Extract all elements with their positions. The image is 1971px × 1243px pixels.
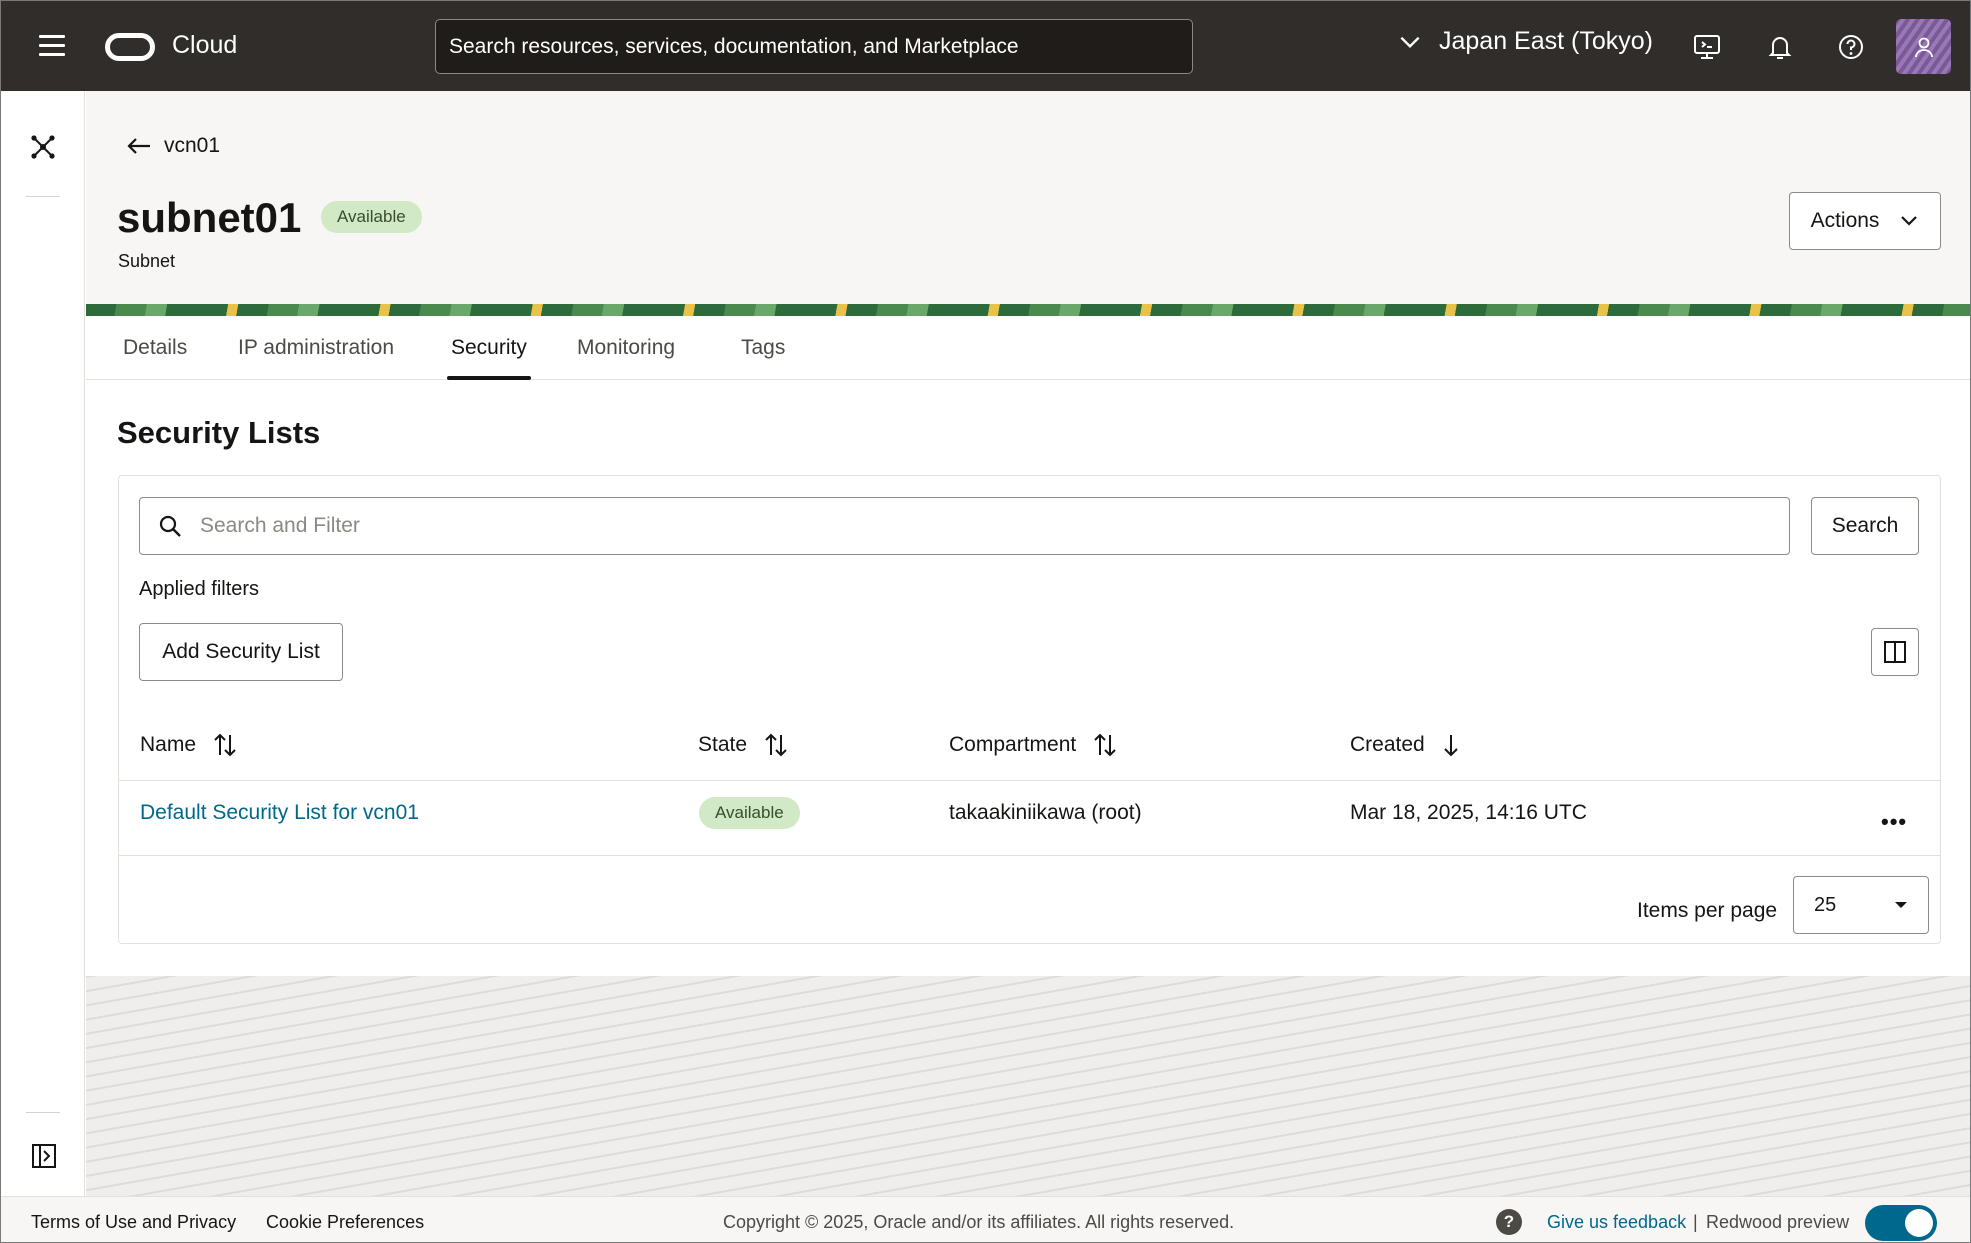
columns-icon: [1884, 641, 1906, 663]
page-subtitle: Subnet: [118, 251, 176, 271]
region-label: Japan East (Tokyo): [1439, 27, 1653, 55]
search-icon: [159, 515, 181, 537]
search-filter-placeholder: Search and Filter: [200, 514, 360, 537]
column-header-compartment[interactable]: Compartment: [949, 733, 1116, 757]
copyright-text: Copyright © 2025, Oracle and/or its affi…: [723, 1212, 1235, 1232]
region-selector[interactable]: Japan East (Tokyo): [1397, 27, 1653, 56]
column-label: Created: [1350, 733, 1425, 756]
top-bar: Cloud Search resources, services, docume…: [1, 1, 1970, 91]
chevron-down-icon: [1400, 36, 1420, 48]
decorative-background: [86, 976, 1970, 1196]
column-label: State: [698, 733, 748, 756]
sort-icon: [1094, 733, 1116, 757]
terms-link[interactable]: Terms of Use and Privacy: [31, 1212, 236, 1233]
actions-button[interactable]: Actions: [1789, 192, 1941, 250]
expand-panel-icon[interactable]: [31, 1143, 57, 1169]
cloud-shell-icon[interactable]: [1691, 31, 1723, 63]
applied-filters-label: Applied filters: [139, 578, 260, 600]
help-icon[interactable]: [1835, 31, 1867, 63]
status-badge: Available: [321, 201, 422, 233]
tab-details[interactable]: Details: [123, 336, 187, 360]
column-header-created[interactable]: Created: [1350, 733, 1459, 757]
section-title: Security Lists: [117, 415, 321, 450]
back-link-label: vcn01: [164, 134, 221, 157]
tab-ip-administration[interactable]: IP administration: [238, 336, 394, 360]
oracle-logo[interactable]: [105, 33, 155, 61]
security-list-name-link[interactable]: Default Security List for vcn01: [140, 801, 419, 825]
caret-down-icon: [1895, 902, 1907, 908]
actions-label: Actions: [1810, 209, 1880, 232]
chevron-down-icon: [1901, 216, 1918, 226]
add-security-list-button[interactable]: Add Security List: [139, 623, 343, 681]
footer-separator: |: [1693, 1212, 1698, 1232]
footer: Terms of Use and Privacy Cookie Preferen…: [1, 1196, 1970, 1242]
tab-tags[interactable]: Tags: [741, 336, 785, 360]
column-label: Compartment: [949, 733, 1077, 756]
feedback-link[interactable]: Give us feedback: [1547, 1212, 1686, 1233]
user-icon: [1914, 37, 1933, 57]
arrow-down-icon: [1444, 735, 1458, 757]
column-header-name[interactable]: Name: [140, 733, 236, 757]
redwood-preview-label: Redwood preview: [1706, 1212, 1850, 1232]
back-link[interactable]: vcn01: [126, 134, 220, 158]
sort-icon: [765, 733, 787, 757]
rail-divider: [26, 1112, 60, 1113]
header-banner: [86, 304, 1970, 316]
row-actions-icon[interactable]: •••: [1881, 809, 1907, 835]
items-per-page-label: Items per page: [1637, 899, 1778, 922]
tab-security[interactable]: Security: [447, 336, 531, 380]
help-icon[interactable]: ?: [1496, 1209, 1522, 1235]
created-cell: Mar 18, 2025, 14:16 UTC: [1350, 801, 1587, 824]
redwood-preview-toggle[interactable]: [1865, 1205, 1937, 1241]
app-window: Cloud Search resources, services, docume…: [0, 0, 1971, 1243]
items-per-page-value: 25: [1814, 893, 1837, 916]
header-divider: [119, 780, 1940, 781]
column-label: Name: [140, 733, 197, 756]
tab-bar: Details IP administration Security Monit…: [86, 316, 1970, 380]
rail-divider: [26, 196, 60, 197]
column-header-state[interactable]: State: [698, 733, 787, 757]
user-avatar[interactable]: [1896, 19, 1951, 74]
brand-label[interactable]: Cloud: [172, 31, 237, 60]
network-icon[interactable]: [29, 133, 57, 161]
menu-icon[interactable]: [39, 35, 65, 57]
bell-icon[interactable]: [1764, 31, 1796, 63]
column-settings-button[interactable]: [1871, 628, 1919, 676]
page-header: [86, 91, 1970, 304]
search-button[interactable]: Search: [1811, 497, 1919, 555]
tab-monitoring[interactable]: Monitoring: [577, 336, 675, 360]
global-search-input[interactable]: Search resources, services, documentatio…: [435, 19, 1193, 74]
page-title: subnet01: [117, 194, 302, 241]
left-rail: [1, 91, 85, 1196]
cookie-preferences-link[interactable]: Cookie Preferences: [266, 1212, 424, 1233]
items-per-page-select[interactable]: 25: [1793, 876, 1929, 934]
search-filter-input[interactable]: Search and Filter: [139, 497, 1790, 555]
sort-icon: [214, 733, 236, 757]
compartment-cell: takaakiniikawa (root): [949, 801, 1142, 824]
state-badge: Available: [699, 797, 800, 829]
arrow-left-icon: [127, 138, 150, 154]
row-divider: [119, 855, 1940, 856]
